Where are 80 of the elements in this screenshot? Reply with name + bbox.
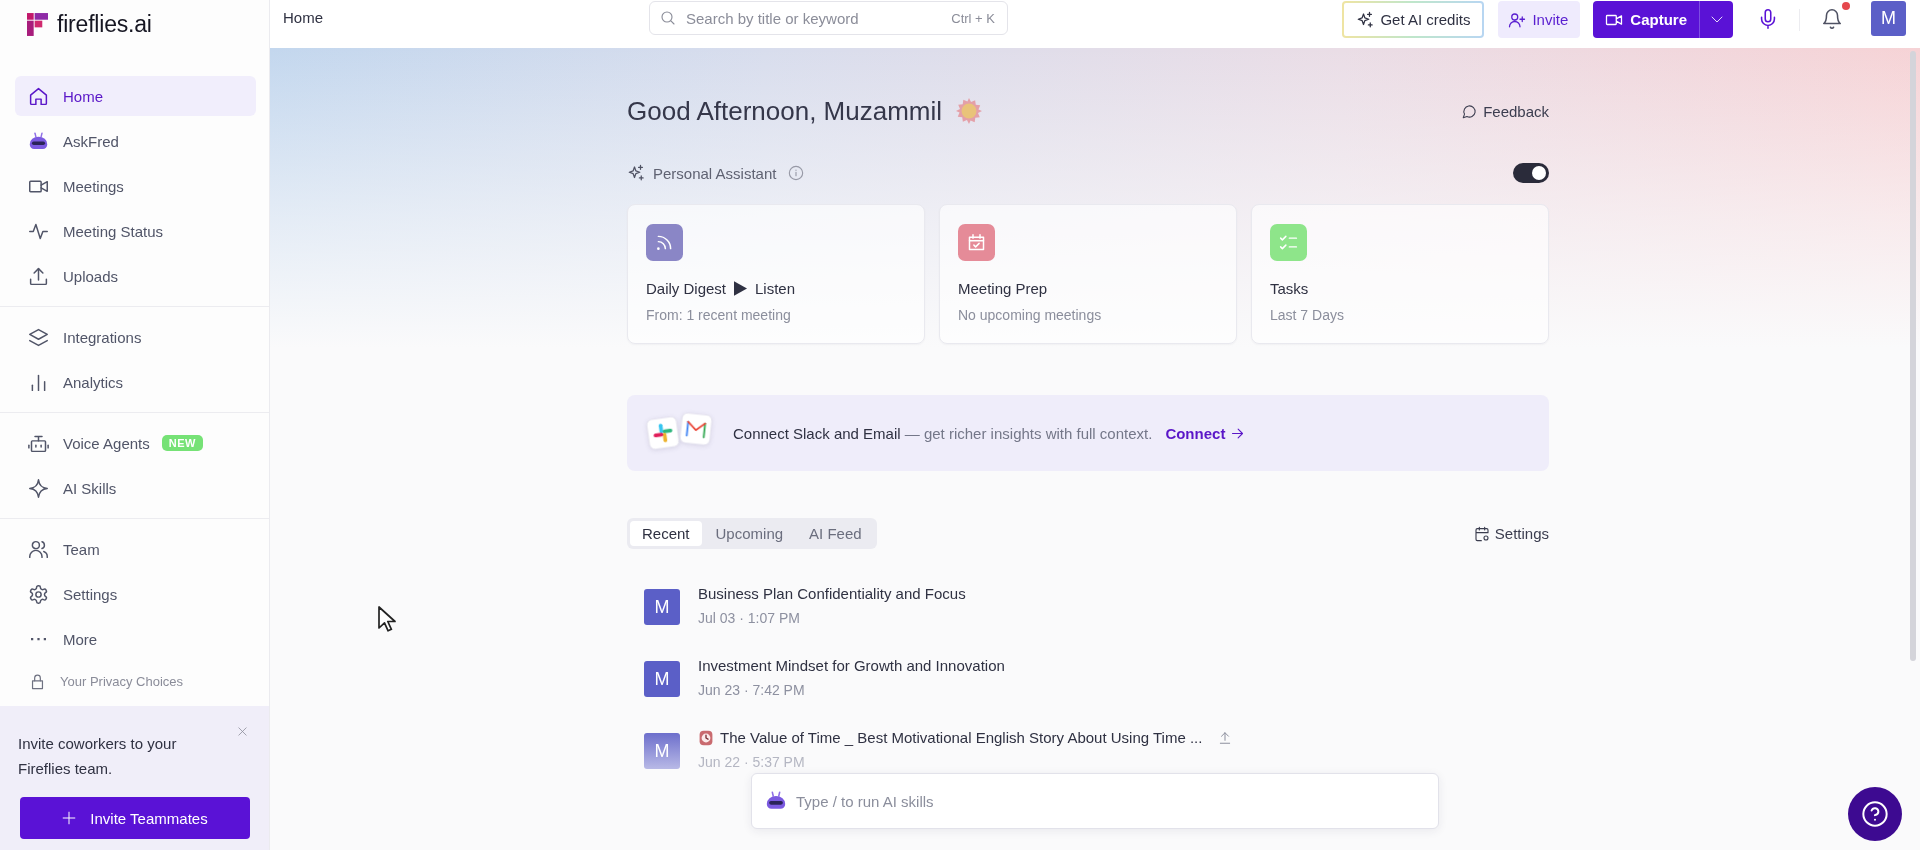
greeting-title: Good Afternoon, Muzammil	[627, 95, 943, 127]
user-plus-icon	[1508, 10, 1527, 29]
sparkles-icon	[627, 164, 645, 182]
settings-link[interactable]: Settings	[1473, 525, 1549, 542]
mouse-pointer-icon	[378, 606, 396, 632]
listen-button[interactable]: Listen	[734, 280, 796, 297]
help-icon	[1861, 800, 1889, 828]
plus-icon	[62, 811, 77, 825]
card-subtitle: From: 1 recent meeting	[646, 307, 792, 323]
feedback-link[interactable]: Feedback	[1462, 102, 1549, 120]
sidebar-item[interactable]: Uploads	[15, 256, 256, 296]
meeting-avatar: M	[644, 589, 680, 625]
tab[interactable]: Upcoming	[703, 521, 796, 546]
meeting-avatar: M	[644, 661, 680, 697]
card-subtitle: No upcoming meetings	[958, 307, 1103, 323]
sidebar-item[interactable]: AskFred	[15, 121, 256, 161]
more-icon	[29, 637, 48, 641]
breadcrumb: Home	[283, 9, 323, 26]
connect-link[interactable]: Connect	[1165, 424, 1246, 442]
robot-icon	[765, 790, 787, 812]
play-icon	[734, 281, 748, 296]
scrollbar-thumb[interactable]	[1910, 51, 1916, 661]
meeting-date: Jun 23 · 7:42 PM	[698, 682, 806, 698]
shortcut-hint: Ctrl + K	[951, 11, 995, 26]
card-title: Meeting Prep	[958, 280, 1048, 297]
sidebar-item[interactable]: Settings	[15, 574, 256, 614]
help-button[interactable]	[1848, 787, 1902, 841]
sparkles-icon	[1356, 10, 1375, 29]
sidebar-item[interactable]: More	[15, 619, 256, 659]
card-title: Daily Digest	[646, 280, 727, 297]
sidebar-item[interactable]: Meetings	[15, 166, 256, 206]
meeting-date: Jun 22 · 5:37 PM	[698, 754, 806, 770]
invite-teammates-button[interactable]: Invite Teammates	[20, 797, 250, 839]
card-title: Tasks	[1270, 280, 1309, 297]
user-avatar[interactable]: M	[1871, 1, 1906, 36]
upload-icon	[28, 265, 49, 287]
get-ai-credits-button[interactable]: Get AI credits	[1342, 1, 1485, 38]
assistant-card[interactable]: Meeting Prep No upcoming meetings	[939, 204, 1237, 344]
meeting-title[interactable]: Investment Mindset for Growth and Innovation	[698, 657, 1005, 674]
sidebar-item[interactable]: Team	[15, 529, 256, 569]
tab[interactable]: AI Feed	[797, 521, 874, 546]
search-icon	[660, 10, 676, 26]
sidebar-item[interactable]: Voice Agents	[15, 423, 156, 463]
meeting-title[interactable]: Business Plan Confidentiality and Focus	[698, 585, 966, 602]
envelope-logo-icon	[678, 411, 714, 447]
sidebar-item[interactable]: Integrations	[15, 317, 256, 357]
ai-skills-input[interactable]: Type / to run AI skills	[751, 773, 1439, 829]
logo-wordmark: fireflies.ai	[57, 10, 152, 38]
caret-icon	[1710, 16, 1723, 23]
capture-button[interactable]: Capture	[1593, 1, 1699, 38]
pinwheel-logo-icon	[644, 414, 682, 452]
sparkle-icon	[28, 477, 49, 499]
connect-message: Connect Slack and Email — get richer insights with full context.	[733, 424, 1153, 442]
sun-icon	[956, 98, 983, 124]
users-icon	[28, 538, 49, 560]
assistant-label: Personal Assistant	[653, 164, 777, 182]
layers-icon	[28, 326, 49, 348]
card-subtitle: Last 7 Days	[1270, 307, 1345, 323]
meeting-avatar: M	[644, 733, 680, 769]
invite-button[interactable]: Invite	[1498, 1, 1581, 38]
tab[interactable]: Recent	[630, 521, 702, 546]
calendar-settings-icon	[1473, 525, 1490, 542]
lock-icon	[29, 672, 46, 691]
bell-icon[interactable]	[1821, 8, 1843, 30]
meeting-date: Jul 03 · 1:07 PM	[698, 610, 801, 626]
assistant-toggle[interactable]	[1513, 163, 1549, 183]
settings-icon	[28, 583, 49, 605]
assistant-card[interactable]: Tasks Last 7 Days	[1251, 204, 1549, 344]
logo-icon[interactable]	[27, 12, 48, 36]
home-icon	[28, 85, 49, 107]
robot-icon	[28, 130, 49, 152]
chat-bubble-icon	[1462, 103, 1478, 119]
sidebar-item[interactable]: Meeting Status	[15, 211, 256, 251]
invite-text: Invite coworkers to your Fireflies team.	[18, 734, 178, 779]
assistant-card[interactable]: Daily Digest Listen From: 1 recent meeting	[627, 204, 925, 344]
sidebar-item[interactable]: AI Skills	[15, 468, 256, 508]
meeting-title[interactable]: The Value of Time _ Best Motivational English Story About Using Time ...	[720, 729, 1203, 746]
new-badge: NEW	[161, 435, 203, 451]
sidebar-item[interactable]: Home	[15, 76, 256, 116]
sidebar-item[interactable]: Analytics	[15, 362, 256, 402]
